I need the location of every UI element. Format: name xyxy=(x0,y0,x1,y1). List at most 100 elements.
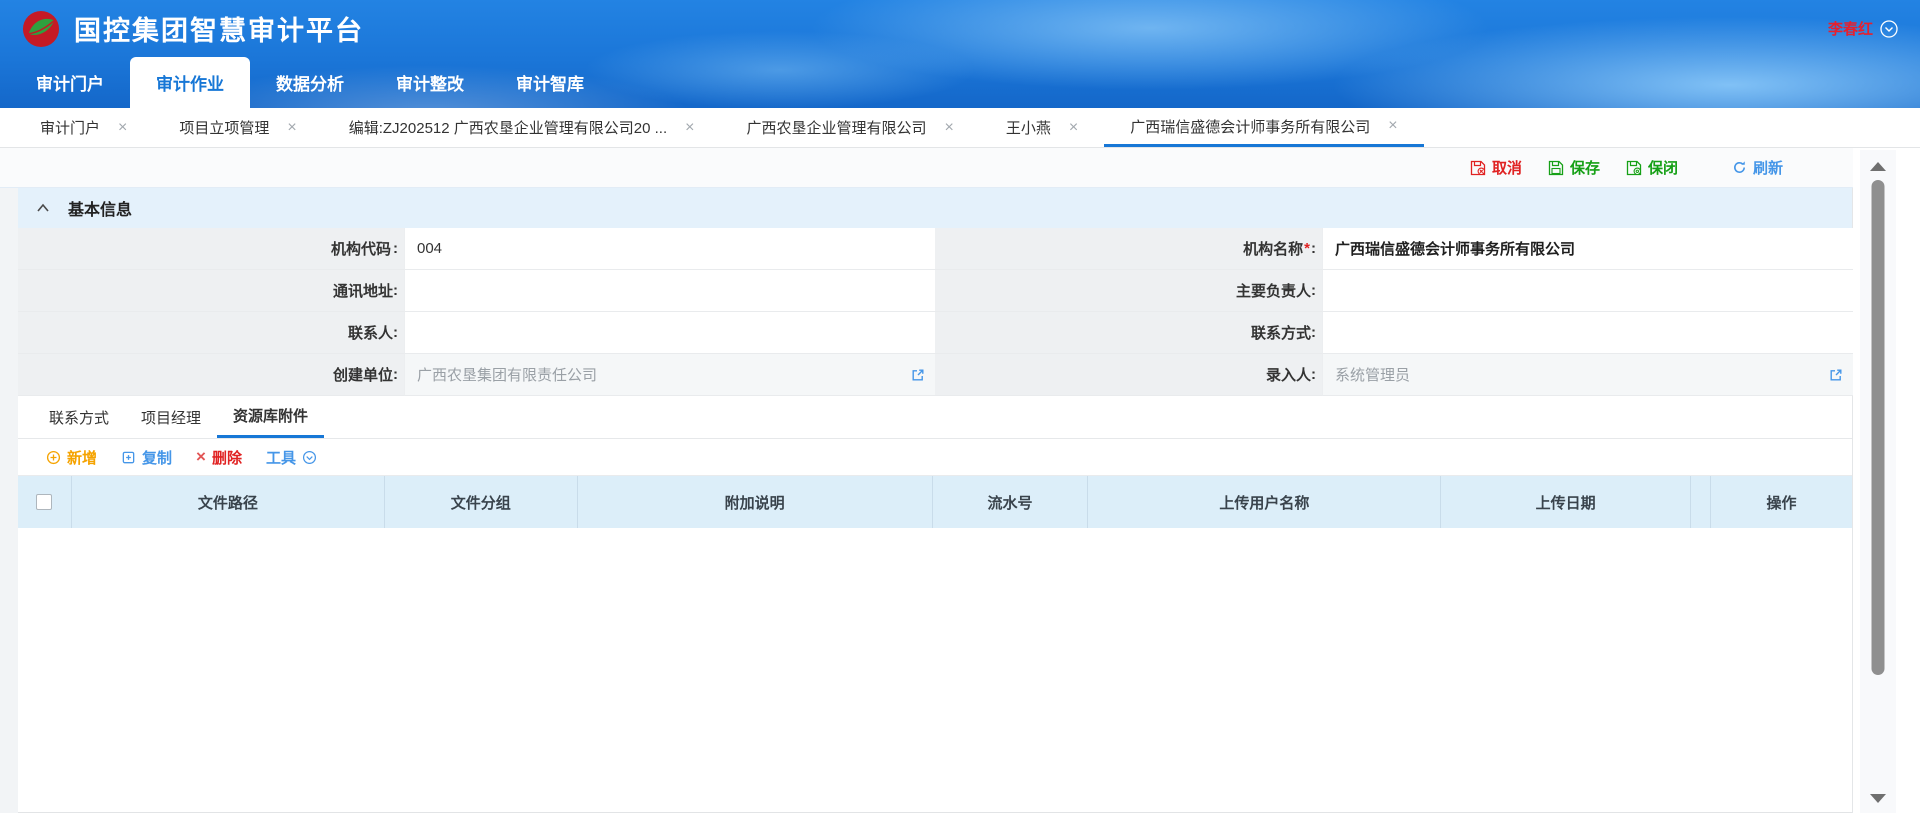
section-title: 基本信息 xyxy=(68,196,132,220)
doc-tab[interactable]: 编辑:ZJ202512 广西农垦企业管理有限公司20 ... × xyxy=(323,108,721,147)
contact-person-cell xyxy=(404,312,935,354)
tools-button[interactable]: 工具 xyxy=(266,447,317,468)
doc-tab[interactable]: 项目立项管理 × xyxy=(153,108,322,147)
col-actions: 操作 xyxy=(1711,476,1852,528)
org-code-label: 机构代码: xyxy=(18,228,404,270)
floppy-close-icon xyxy=(1626,160,1642,176)
attachment-toolbar: 新增 复制 × 删除 工具 xyxy=(18,439,1852,476)
doc-tab[interactable]: 王小燕 × xyxy=(980,108,1104,147)
nav-tab-audit-knowledge[interactable]: 审计智库 xyxy=(490,57,610,108)
org-name-input[interactable] xyxy=(1335,240,1841,257)
save-close-label: 保闭 xyxy=(1648,157,1678,178)
doc-tab-label: 审计门户 xyxy=(40,117,100,138)
entry-person-label: 录入人: xyxy=(935,354,1322,396)
add-button[interactable]: 新增 xyxy=(46,447,97,468)
main-nav: 审计门户 审计作业 数据分析 审计整改 审计智库 xyxy=(0,57,1920,108)
entry-person-input[interactable] xyxy=(1335,366,1841,383)
cancel-button[interactable]: 取消 xyxy=(1470,157,1522,178)
main-content: 基本信息 机构代码: 机构名称*: 通讯地址: 主要负责人: 联系人: xyxy=(0,188,1853,813)
scrollbar-thumb[interactable] xyxy=(1872,180,1885,675)
detail-tab-bar: 联系方式 项目经理 资源库附件 xyxy=(18,396,1852,439)
tab-contact-method[interactable]: 联系方式 xyxy=(33,396,125,438)
close-icon[interactable]: × xyxy=(685,120,694,136)
add-label: 新增 xyxy=(67,447,97,468)
close-icon[interactable]: × xyxy=(1388,118,1397,134)
close-icon[interactable]: × xyxy=(945,120,954,136)
principal-cell xyxy=(1322,270,1853,312)
col-serial-no: 流水号 xyxy=(933,476,1089,528)
copy-button[interactable]: 复制 xyxy=(121,447,172,468)
chevron-down-circle-icon xyxy=(302,450,317,465)
attachment-table-header: 文件路径 文件分组 附加说明 流水号 上传用户名称 上传日期 操作 xyxy=(18,476,1852,528)
attachment-table-body xyxy=(18,528,1852,813)
refresh-label: 刷新 xyxy=(1753,157,1783,178)
user-menu[interactable]: 李春红 xyxy=(1828,18,1898,39)
create-unit-label: 创建单位: xyxy=(18,354,404,396)
vertical-scrollbar[interactable] xyxy=(1860,150,1896,813)
save-close-button[interactable]: 保闭 xyxy=(1626,157,1678,178)
doc-tab[interactable]: 广西农垦企业管理有限公司 × xyxy=(720,108,979,147)
contact-person-input[interactable] xyxy=(417,324,923,341)
floppy-save-icon xyxy=(1548,160,1564,176)
external-link-icon[interactable] xyxy=(911,368,925,382)
doc-tab-label: 王小燕 xyxy=(1006,117,1051,138)
principal-label: 主要负责人: xyxy=(935,270,1322,312)
address-label: 通讯地址: xyxy=(18,270,404,312)
chevron-down-icon[interactable] xyxy=(1880,20,1898,38)
nav-tab-audit-portal[interactable]: 审计门户 xyxy=(10,57,130,108)
save-label: 保存 xyxy=(1570,157,1600,178)
close-icon[interactable]: × xyxy=(287,120,296,136)
basic-info-section-header: 基本信息 xyxy=(18,188,1852,228)
contact-method-input[interactable] xyxy=(1335,324,1841,341)
col-file-group: 文件分组 xyxy=(385,476,578,528)
app-header: 国控集团智慧审计平台 李春红 审计门户 审计作业 数据分析 审计整改 审计智库 xyxy=(0,0,1920,108)
scroll-up-arrow-icon[interactable] xyxy=(1870,162,1886,171)
doc-tab-label: 编辑:ZJ202512 广西农垦企业管理有限公司20 ... xyxy=(349,117,667,138)
tab-resource-attachments[interactable]: 资源库附件 xyxy=(217,396,324,438)
doc-tab-active[interactable]: 广西瑞信盛德会计师事务所有限公司 × xyxy=(1104,108,1423,147)
contact-person-label: 联系人: xyxy=(18,312,404,354)
nav-tab-audit-rectify[interactable]: 审计整改 xyxy=(370,57,490,108)
org-name-cell xyxy=(1322,228,1853,270)
entry-person-cell xyxy=(1322,354,1853,396)
external-link-icon[interactable] xyxy=(1829,368,1843,382)
refresh-icon xyxy=(1732,160,1747,175)
user-name[interactable]: 李春红 xyxy=(1828,18,1873,39)
action-toolbar: 取消 保存 保闭 刷新 xyxy=(0,148,1853,188)
cancel-label: 取消 xyxy=(1492,157,1522,178)
select-all-checkbox[interactable] xyxy=(36,494,52,510)
nav-tab-audit-work[interactable]: 审计作业 xyxy=(130,57,250,108)
collapse-chevron-icon[interactable] xyxy=(36,202,50,214)
org-code-input[interactable] xyxy=(417,240,923,257)
col-upload-date: 上传日期 xyxy=(1441,476,1691,528)
document-tab-bar: 审计门户 × 项目立项管理 × 编辑:ZJ202512 广西农垦企业管理有限公司… xyxy=(0,108,1920,148)
tab-project-manager[interactable]: 项目经理 xyxy=(125,396,217,438)
org-code-cell xyxy=(404,228,935,270)
create-unit-input[interactable] xyxy=(417,366,923,383)
copy-label: 复制 xyxy=(142,447,172,468)
brand-row: 国控集团智慧审计平台 李春红 xyxy=(0,0,1920,57)
save-button[interactable]: 保存 xyxy=(1548,157,1600,178)
tools-label: 工具 xyxy=(266,447,296,468)
contact-method-cell xyxy=(1322,312,1853,354)
scroll-down-arrow-icon[interactable] xyxy=(1870,794,1886,803)
close-icon[interactable]: × xyxy=(118,120,127,136)
refresh-button[interactable]: 刷新 xyxy=(1732,157,1783,178)
copy-icon xyxy=(121,450,136,465)
col-extra-note: 附加说明 xyxy=(578,476,933,528)
doc-tab-label: 广西瑞信盛德会计师事务所有限公司 xyxy=(1130,116,1370,137)
doc-tab-label: 广西农垦企业管理有限公司 xyxy=(746,117,926,138)
close-icon[interactable]: × xyxy=(1069,120,1078,136)
delete-x-icon: × xyxy=(196,447,206,467)
address-input[interactable] xyxy=(417,282,923,299)
page-title: 国控集团智慧审计平台 xyxy=(74,9,364,48)
delete-label: 删除 xyxy=(212,447,242,468)
delete-button[interactable]: × 删除 xyxy=(196,447,242,468)
doc-tab[interactable]: 审计门户 × xyxy=(14,108,153,147)
select-all-cell xyxy=(18,476,72,528)
col-upload-user: 上传用户名称 xyxy=(1088,476,1441,528)
principal-input[interactable] xyxy=(1335,282,1841,299)
nav-tab-data-analysis[interactable]: 数据分析 xyxy=(250,57,370,108)
create-unit-cell xyxy=(404,354,935,396)
floppy-cancel-icon xyxy=(1470,160,1486,176)
